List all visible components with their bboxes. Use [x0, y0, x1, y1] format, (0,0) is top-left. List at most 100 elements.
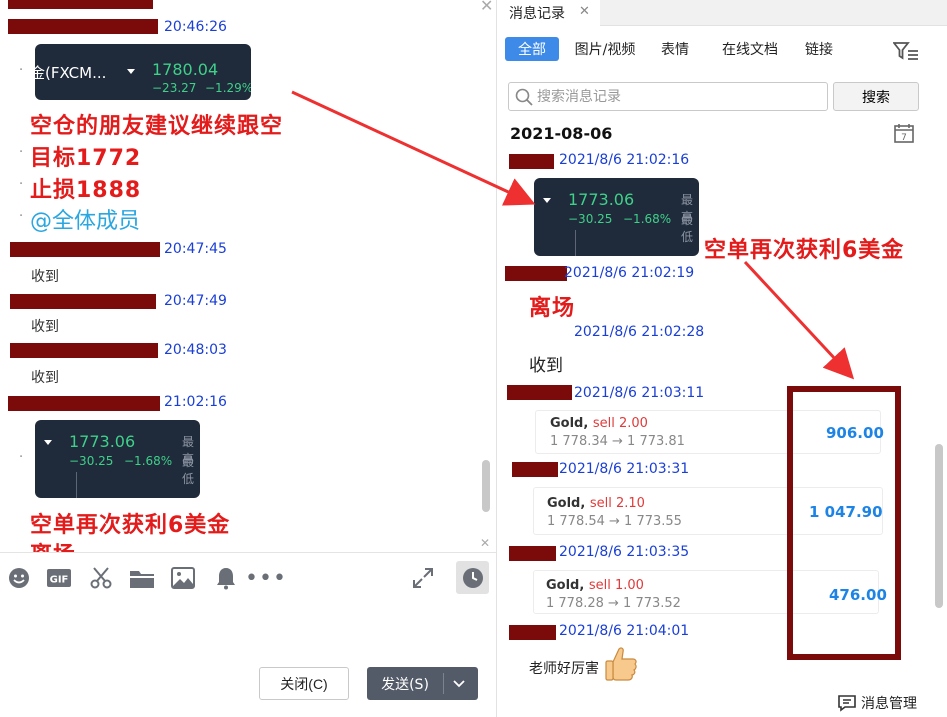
gif-icon[interactable]: GIF: [46, 565, 72, 591]
quote-price: 1780.04: [152, 60, 219, 79]
thumbs-up-icon: [604, 646, 638, 686]
redacted-sender: [10, 242, 160, 257]
annotation-text: 空单再次获利6美金: [30, 513, 231, 538]
emoji-icon[interactable]: [6, 565, 32, 591]
bullet: ·: [19, 209, 24, 224]
redacted-sender: [8, 396, 160, 411]
more-icon[interactable]: •••: [245, 565, 286, 591]
quote-change-pct: −1.68%: [623, 212, 672, 226]
tab-label: 消息记录: [509, 6, 565, 22]
message-time: 20:46:26: [164, 19, 227, 35]
quote-card[interactable]: 1773.06 −30.25 −1.68% 最高 最低: [35, 420, 200, 498]
quote-price: 1773.06: [69, 432, 136, 451]
filter-icon[interactable]: [892, 41, 919, 65]
bell-icon[interactable]: [213, 565, 239, 591]
scrollbar[interactable]: [935, 444, 943, 608]
bullet: ·: [19, 177, 24, 192]
redacted-sender: [8, 19, 158, 34]
bullet: ·: [19, 450, 24, 465]
message-text: 收到: [31, 319, 59, 335]
svg-text:GIF: GIF: [50, 575, 69, 586]
highlight-box: [787, 386, 901, 660]
redacted-sender: [509, 546, 556, 561]
calendar-icon[interactable]: 7: [894, 123, 914, 147]
folder-icon[interactable]: [129, 565, 155, 591]
history-time: 2021/8/6 21:02:19: [564, 265, 695, 281]
send-label: 发送(S): [381, 676, 429, 693]
divider: [443, 673, 444, 694]
filter-tab-links[interactable]: 链接: [800, 37, 838, 61]
message-time: 20:47:45: [164, 241, 227, 257]
quote-low-label: 最低: [681, 213, 694, 244]
close-icon[interactable]: ✕: [579, 4, 590, 19]
quote-price: 1773.06: [568, 190, 635, 209]
quote-change-pct: −1.29%: [205, 81, 251, 95]
trade-symbol: Gold, sell 2.00: [550, 416, 648, 431]
redacted-sender: [10, 294, 156, 309]
scissors-icon[interactable]: [88, 565, 114, 591]
caret-down-icon: [543, 198, 551, 203]
trade-action: sell 1.00: [588, 578, 644, 593]
message-text: 收到: [31, 370, 59, 386]
redacted-sender: [505, 266, 567, 281]
quote-change: −30.25: [568, 212, 613, 226]
send-button[interactable]: 发送(S): [367, 667, 478, 700]
redacted-sender: [509, 154, 554, 169]
filter-tab-media[interactable]: 图片/视频: [569, 37, 641, 61]
history-time: 2021/8/6 21:03:31: [559, 461, 690, 477]
caret-down-icon: [127, 69, 135, 74]
annotation-text: 离场: [30, 537, 76, 552]
history-time: 2021/8/6 21:03:35: [559, 544, 690, 560]
chart-line: [76, 472, 77, 498]
history-pane: 消息记录 ✕ 全部 图片/视频 表情 在线文档 链接 搜索 2021-08-06…: [496, 0, 947, 717]
chat-pane: ✕ 20:46:26 · 金(FXCM... 1780.04 −23.27 −1…: [0, 0, 496, 717]
trade-range: 1 778.54 → 1 773.55: [547, 514, 682, 529]
annotation-text: 离场: [529, 296, 576, 321]
annotation-text: 空仓的朋友建议继续跟空: [30, 114, 284, 139]
search-button[interactable]: 搜索: [833, 82, 919, 111]
mention-all[interactable]: @全体成员: [30, 203, 140, 235]
collapse-icon[interactable]: ✕: [480, 536, 490, 550]
search-icon: [515, 88, 533, 110]
history-time: 2021/8/6 21:02:16: [559, 152, 690, 168]
scrollbar[interactable]: [482, 460, 490, 512]
quote-change-pct: −1.68%: [124, 454, 173, 468]
history-time: 2021/8/6 21:02:28: [574, 324, 705, 340]
history-time: 2021/8/6 21:04:01: [559, 623, 690, 639]
expand-icon[interactable]: [410, 565, 436, 591]
history-time: 2021/8/6 21:03:11: [574, 385, 705, 401]
trade-symbol: Gold, sell 1.00: [546, 578, 644, 593]
redacted-sender: [10, 343, 158, 358]
trade-action: sell 2.10: [589, 496, 645, 511]
chart-line: [575, 230, 576, 256]
quote-change: −30.25: [69, 454, 114, 468]
history-text: 老师好厉害: [529, 661, 599, 677]
tab-message-history[interactable]: 消息记录 ✕: [497, 0, 600, 26]
quote-card[interactable]: 1773.06 −30.25 −1.68% 最高 最低: [534, 178, 699, 256]
search-input[interactable]: [537, 86, 817, 107]
close-icon[interactable]: ✕: [480, 0, 493, 15]
redacted-sender: [507, 385, 572, 400]
trade-action: sell 2.00: [592, 416, 648, 431]
quote-card[interactable]: 金(FXCM... 1780.04 −23.27 −1.29%: [35, 44, 251, 100]
annotation-text: 目标1772: [30, 146, 142, 171]
filter-tab-docs[interactable]: 在线文档: [715, 37, 785, 61]
quote-low-label: 最低: [182, 455, 195, 486]
bullet: ·: [19, 63, 24, 78]
message-text: 收到: [31, 269, 59, 285]
image-icon[interactable]: [170, 565, 196, 591]
close-button[interactable]: 关闭(C): [259, 667, 349, 700]
message-time: 20:47:49: [164, 293, 227, 309]
caret-down-icon: [44, 440, 52, 445]
redacted-sender: [512, 462, 558, 477]
redacted-sender: [8, 0, 153, 9]
message-manage-button[interactable]: 消息管理: [837, 693, 917, 713]
message-time: 20:48:03: [164, 342, 227, 358]
chevron-down-icon[interactable]: [451, 674, 467, 696]
filter-tab-all[interactable]: 全部: [505, 37, 559, 61]
history-clock-icon[interactable]: [456, 561, 489, 594]
quote-symbol: 金(FXCM...: [35, 64, 107, 82]
message-manage-label: 消息管理: [861, 696, 917, 712]
search-field[interactable]: [508, 82, 828, 111]
filter-tab-stickers[interactable]: 表情: [655, 37, 695, 61]
